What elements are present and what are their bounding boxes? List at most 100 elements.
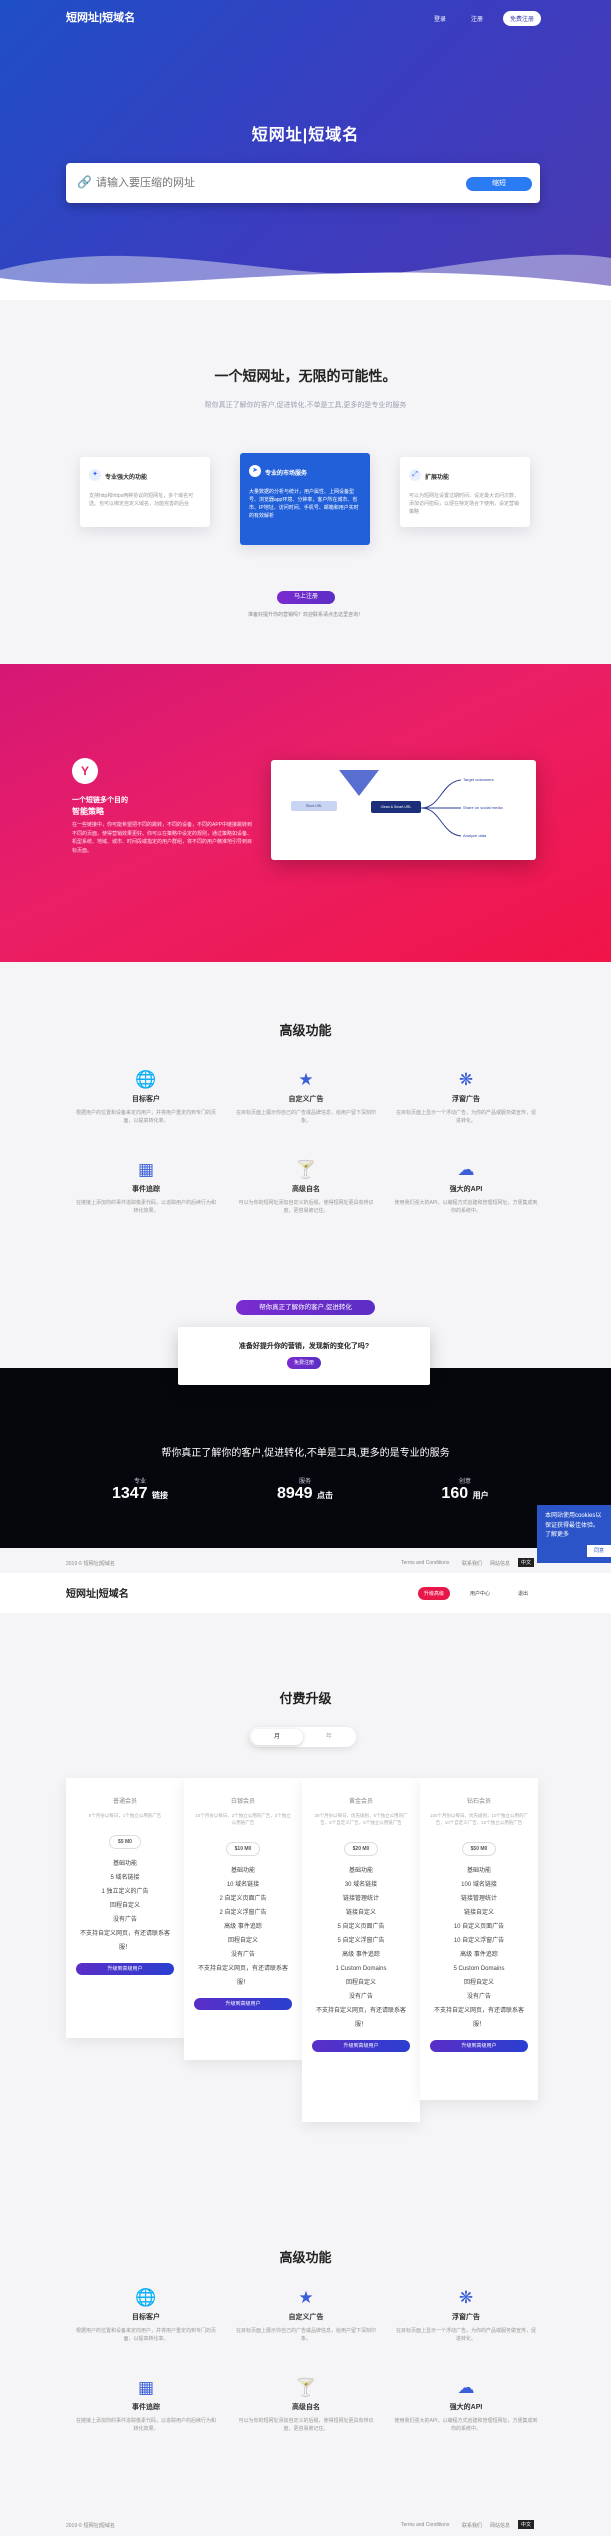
intro-title: 一个短网址，无限的可能性。 bbox=[214, 368, 397, 384]
stats-headline: 帮你真正了解你的客户,促进转化,不单是工具,更多的是专业的服务 bbox=[161, 1448, 450, 1459]
footer-contact-2[interactable]: 联系我们 bbox=[462, 2522, 482, 2529]
card-desc: 可以为短网址设置过期时间，设定最大访问次数，添加访问密码，以便在特定场合下使用，… bbox=[409, 493, 520, 515]
nav-logout[interactable]: 退出 bbox=[518, 1590, 528, 1597]
plan-feature: 5 域名链接 bbox=[110, 1874, 140, 1881]
feature-desc: 在目标页面上显示一个浮动广告，为你的产品或服务做宣传，促进转化。 bbox=[395, 2328, 536, 2342]
tab-yearly[interactable]: 年 bbox=[305, 1729, 353, 1745]
cta-note[interactable]: 准备好提升你的营销吗？欢迎联系请点击这里咨询！ bbox=[0, 611, 611, 618]
feature-desc: 使用我们强大的API，以编程方式创建和管理短网址，方便集成到你的系统中。 bbox=[394, 1200, 538, 1214]
feature-desc: 可以为你的短网址添加自定义的后缀，使得短网址更具有辨识度，更容易被记住。 bbox=[238, 2418, 374, 2432]
nav-upgrade[interactable]: 升级高级 bbox=[418, 1587, 451, 1600]
diagram-output-2: Share on social media bbox=[463, 805, 503, 810]
stats-section: 帮你真正了解你的客户,促进转化,不单是工具,更多的是专业的服务 专业 1347 … bbox=[0, 1368, 611, 1548]
cocktail-icon: 🍸 bbox=[295, 2378, 317, 2397]
stat-value: 8949 bbox=[276, 1485, 313, 1502]
feature-item: ❋ 浮窗广告 在目标页面上显示一个浮动广告，为你的产品或服务做宣传，促进转化。 bbox=[386, 2288, 546, 2343]
cookie-accept-button[interactable]: 同意 bbox=[587, 1545, 611, 1557]
register-now-button[interactable]: 马上注册 bbox=[277, 591, 335, 604]
language-selector[interactable]: 中文 bbox=[518, 1558, 535, 1567]
footer-terms-2[interactable]: Terms and Conditions bbox=[401, 2522, 449, 2528]
plan-feature: 不支持自定义网页，有还请联系客服！ bbox=[197, 1965, 288, 1986]
feature-title: 高级自名 bbox=[292, 1186, 320, 1193]
resize-icon: ⤢ bbox=[409, 468, 421, 481]
card-desc: 支持http和https两种协议的短网址，多个域名可选。也可以绑定自定义域名，功… bbox=[89, 493, 194, 507]
plan-feature: 5 自定义浮窗广告 bbox=[337, 1937, 385, 1944]
card-title: 专业的市场服务 bbox=[265, 471, 308, 477]
plan-feature: 基础功能 bbox=[466, 1867, 491, 1874]
plan-feature: 高级 事件追踪 bbox=[224, 1923, 262, 1930]
cloud-icon: ☁ bbox=[457, 2378, 475, 2397]
plan-feature: 没有广告 bbox=[466, 1993, 491, 2000]
hero-wave bbox=[0, 254, 611, 300]
plan-feature: 30 域名链接 bbox=[344, 1881, 378, 1888]
feature-title: 事件追踪 bbox=[132, 2404, 160, 2411]
upgrade-button[interactable]: 升级到高级用户 bbox=[194, 1997, 292, 2010]
strategy-desc: 在一些链接中，你可能希望把不同的跳转，不同的设备，不同的APP中链接跳转到不同的… bbox=[72, 822, 253, 854]
plan-feature: 基础功能 bbox=[112, 1860, 137, 1867]
site-logo[interactable]: 短网址|短域名 bbox=[66, 9, 135, 25]
plan-feature: 回程自定义 bbox=[345, 1979, 376, 1986]
upgrade-button[interactable]: 升级到高级用户 bbox=[312, 2039, 410, 2052]
register-box: 准备好提升你的营销，发现新的变化了吗? 免费注册 bbox=[178, 1327, 430, 1385]
plan-feature: 100 域名链接 bbox=[461, 1881, 497, 1888]
feature-desc: 可以为你的短网址添加自定义的后缀，使得短网址更具有辨识度，更容易被记住。 bbox=[238, 1200, 374, 1214]
plan-feature: 链接自定义 bbox=[463, 1909, 494, 1916]
plan-card: 黄金会员 30个月份以每日，优先级别，5个独立公用的广告，5个自定义广告，5个独… bbox=[302, 1778, 420, 2122]
url-input[interactable] bbox=[96, 173, 476, 193]
footer-contact[interactable]: 联系我们 bbox=[462, 1560, 482, 1567]
feature-title: 浮窗广告 bbox=[452, 1096, 480, 1103]
cocktail-icon: 🍸 bbox=[295, 1160, 317, 1179]
strategy-diagram: Short URL Clean & Smart URL Target custo… bbox=[271, 760, 536, 860]
diagram-source: Short URL bbox=[291, 801, 337, 811]
footer-terms[interactable]: Terms and Conditions bbox=[401, 1560, 449, 1566]
footer-info[interactable]: 网站信息 bbox=[490, 1560, 510, 1567]
feature-desc: 在链接上添加你的事件追踪像素代码，以追踪用户的后续行为和转化效果。 bbox=[75, 2418, 216, 2432]
plan-feature: 链接管理统计 bbox=[460, 1895, 497, 1902]
features-cta-button[interactable]: 帮你真正了解你的客户,促进转化 bbox=[236, 1300, 375, 1315]
free-register-button[interactable]: 免费注册 bbox=[503, 11, 542, 26]
snowflake-icon: ❋ bbox=[458, 2288, 474, 2307]
nav-login[interactable]: 登录 bbox=[434, 14, 446, 23]
feature-item: ▦ 事件追踪 在链接上添加你的事件追踪像素代码，以追踪用户的后续行为和转化效果。 bbox=[66, 1160, 226, 1215]
upgrade-button[interactable]: 升级到高级用户 bbox=[76, 1962, 174, 1975]
hero-section: 短网址|短域名 登录 注册 免费注册 短网址|短域名 🔗 缩短 bbox=[0, 0, 611, 300]
feature-title: 事件追踪 bbox=[132, 1186, 160, 1193]
plan-price: $20 M0 bbox=[343, 1841, 379, 1856]
shorten-button[interactable]: 缩短 bbox=[466, 177, 532, 191]
stat-unit: 点击 bbox=[317, 1491, 334, 1500]
globe-icon: 🌐 bbox=[135, 1070, 157, 1089]
plan-feature: 高级 事件追踪 bbox=[342, 1951, 380, 1958]
feature-title: 目标客户 bbox=[132, 1096, 160, 1103]
diagram-output-1: Target customers bbox=[463, 777, 494, 782]
strategy-section: Y 一个短链多个目的 智能策略 在一些链接中，你可能希望把不同的跳转，不同的设备… bbox=[0, 664, 611, 962]
nav-user-center[interactable]: 用户中心 bbox=[470, 1590, 490, 1597]
feature-item: 🍸 高级自名 可以为你的短网址添加自定义的后缀，使得短网址更具有辨识度，更容易被… bbox=[226, 1160, 386, 1215]
language-selector-2[interactable]: 中文 bbox=[518, 2520, 535, 2529]
tab-monthly[interactable]: 月 bbox=[251, 1729, 303, 1745]
upgrade-button[interactable]: 升级到高级用户 bbox=[430, 2039, 528, 2052]
feature-title: 强大的API bbox=[449, 2404, 483, 2411]
stat-unit: 用户 bbox=[472, 1491, 489, 1500]
plan-feature: 5 Custom Domains bbox=[453, 1965, 505, 1972]
nav-register[interactable]: 注册 bbox=[471, 14, 483, 23]
footer-info-2[interactable]: 网站信息 bbox=[490, 2522, 510, 2529]
plan-name: 黄金会员 bbox=[348, 1799, 373, 1805]
register-box-text: 准备好提升你的营销，发现新的变化了吗? bbox=[238, 1343, 370, 1350]
strategy-title-2: 智能策略 bbox=[72, 807, 104, 816]
feature-item: 🌐 目标客户 根据用户的位置和设备来定向用户，并将用户重定向到专门的页面，以提高… bbox=[66, 2288, 226, 2343]
snowflake-icon: ❋ bbox=[458, 1070, 474, 1089]
plan-price: $5 M0 bbox=[109, 1834, 141, 1849]
globe-icon: 🌐 bbox=[135, 2288, 157, 2307]
cookie-banner: 本网站使用cookies以保证获得最佳体验。了解更多 同意 bbox=[537, 1505, 611, 1563]
feature-item: ★ 自定义广告 在目标页面上展示你自己的广告或品牌信息，给用户留下深刻印象。 bbox=[226, 2288, 386, 2343]
plan-feature: 没有广告 bbox=[112, 1916, 137, 1923]
plan-feature: 回程自定义 bbox=[109, 1902, 140, 1909]
stat-label: 专业 bbox=[133, 1479, 146, 1485]
plan-card: 钻石会员 100个月份以每日，优先级别，10个独立公用的广告，10个自定义广告，… bbox=[420, 1778, 538, 2100]
plan-desc: 10个月份以每日，2个独立公用的广告，3个独立公用链广告 bbox=[195, 1813, 291, 1825]
site-logo-2[interactable]: 短网址|短域名 bbox=[66, 1585, 129, 1600]
box-register-button[interactable]: 免费注册 bbox=[287, 1357, 321, 1369]
features-title-2: 高级功能 bbox=[279, 2250, 332, 2265]
diagram-target: Clean & Smart URL bbox=[371, 801, 421, 813]
features-title: 高级功能 bbox=[279, 1023, 332, 1038]
